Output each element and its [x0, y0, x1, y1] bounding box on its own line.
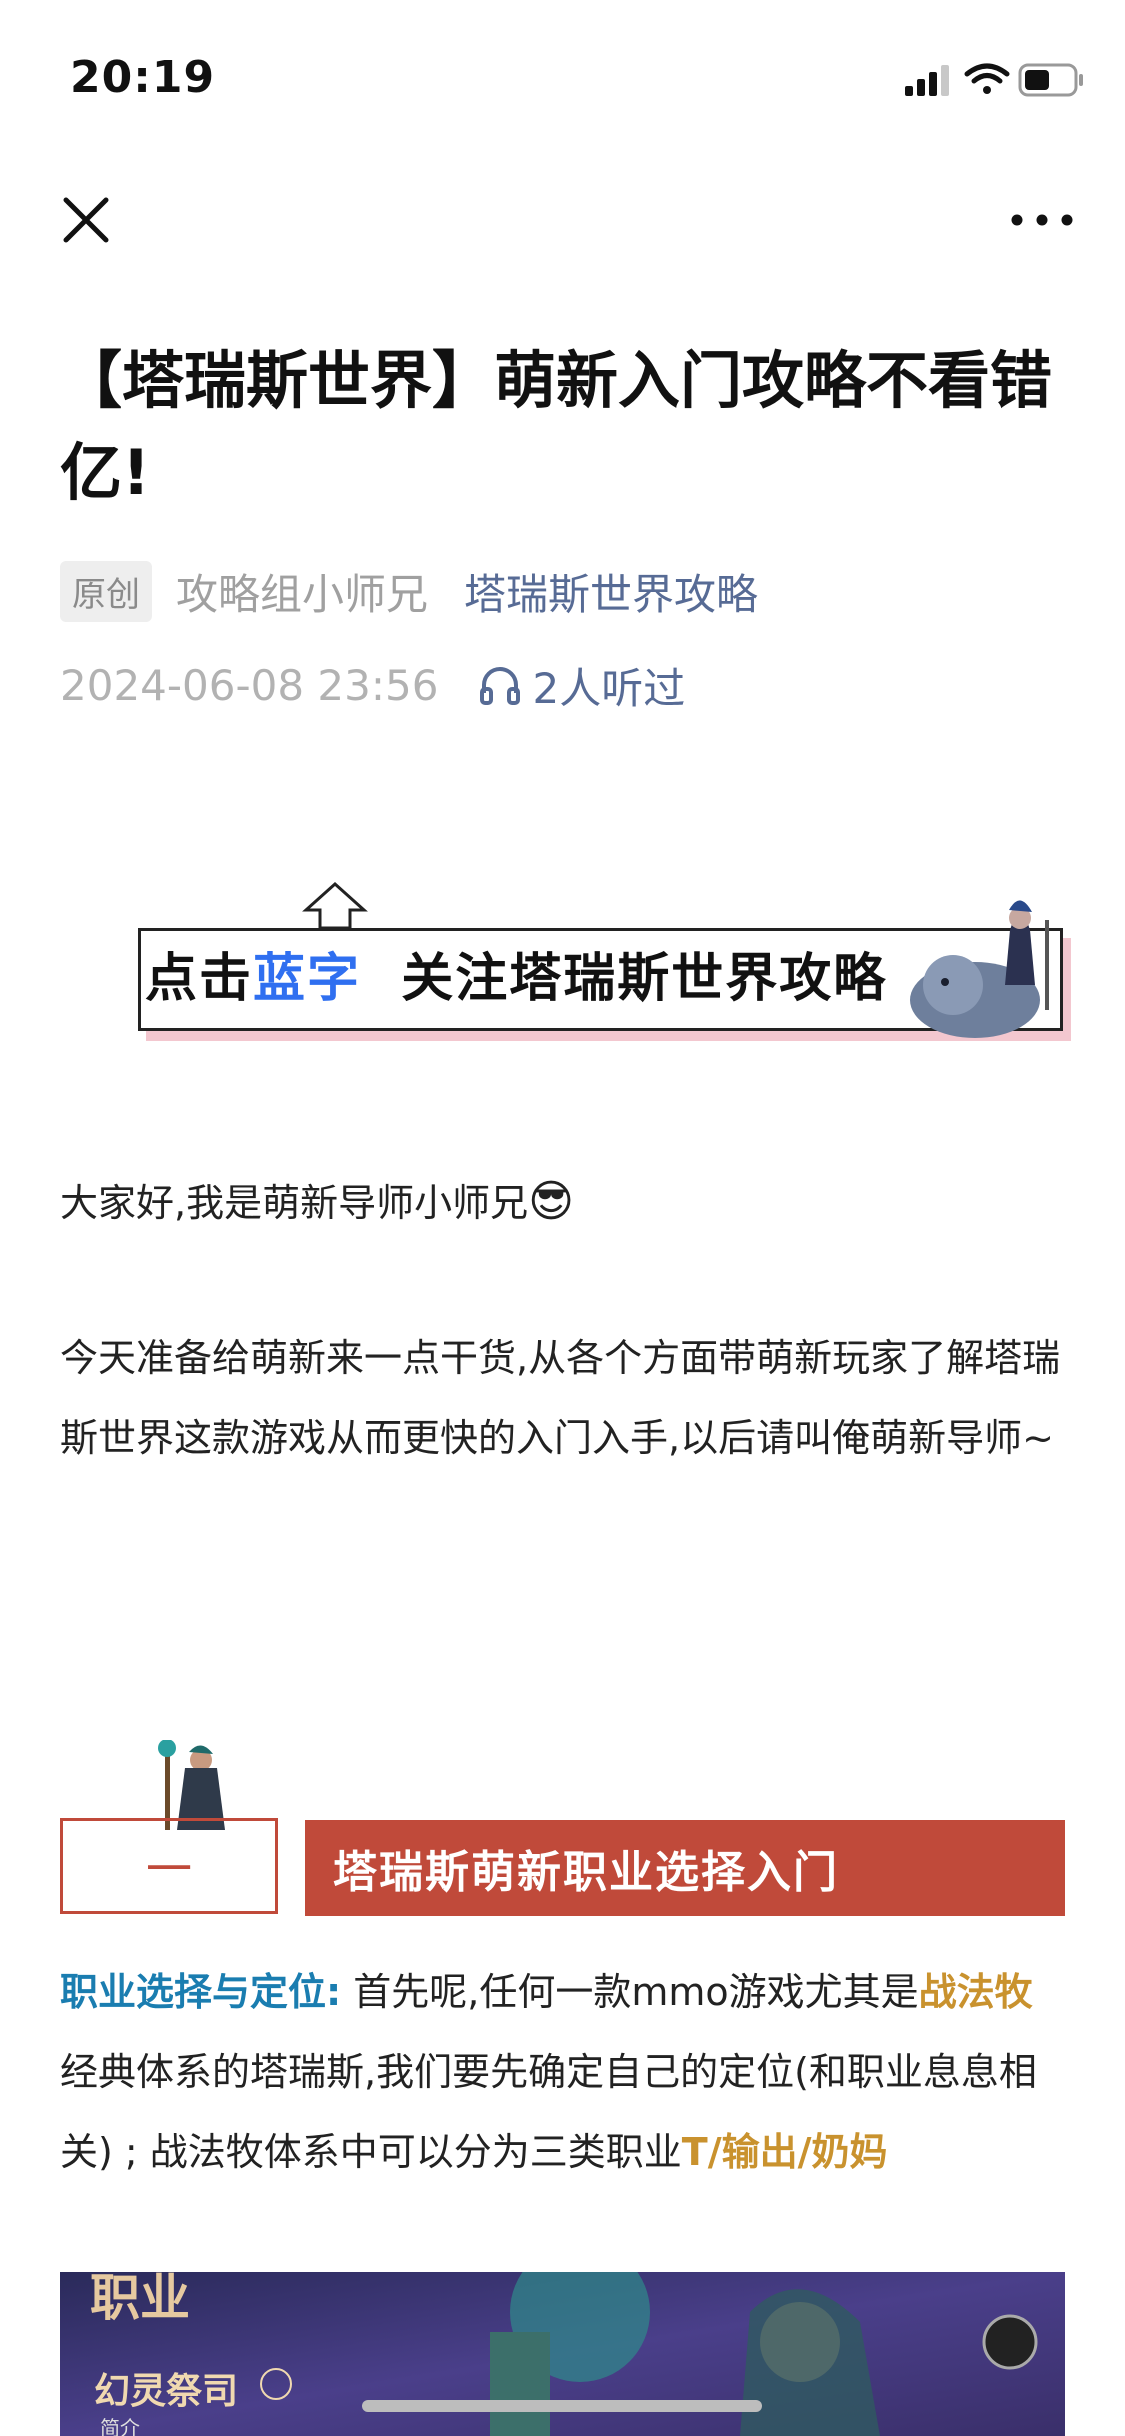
more-dots-icon[interactable]	[1007, 205, 1077, 235]
gold-highlight-2: T/输出/奶妈	[681, 2130, 888, 2174]
class-paragraph: 职业选择与定位: 首先呢,任何一款mmo游戏尤其是战法牧经典体系的塔瑞斯,我们要…	[60, 1952, 1070, 2192]
follow-banner[interactable]: 点击蓝字 关注塔瑞斯世界攻略	[135, 880, 1065, 1040]
account-link[interactable]: 塔瑞斯世界攻略	[464, 561, 758, 622]
author-name: 攻略组小师兄	[176, 569, 429, 619]
section-title: 塔瑞斯萌新职业选择入门	[305, 1820, 1065, 1916]
para-text-1: 首先呢,任何一款mmo游戏尤其是	[341, 1970, 919, 2014]
section-header: 一 塔瑞斯萌新职业选择入门	[60, 1740, 1065, 1920]
listen-count: 2人听过	[532, 663, 686, 713]
nav-bar	[0, 150, 1125, 280]
status-icons	[905, 63, 1083, 97]
wifi-icon	[964, 63, 1010, 94]
article-meta-secondary: 2024-06-08 23:56 2人听过	[60, 655, 685, 715]
image-class-name: 幻灵祭司	[94, 2371, 239, 2412]
section-number: 一	[60, 1818, 278, 1914]
image-heading: 职业	[90, 2272, 190, 2327]
greeting-paragraph: 大家好,我是萌新导师小师兄😎	[60, 1162, 1070, 1243]
image-intro-label: 简介	[100, 2416, 140, 2436]
intro-paragraph: 今天准备给萌新来一点干货,从各个方面带萌新玩家了解塔瑞斯世界这款游戏从而更快的入…	[60, 1336, 1061, 1460]
article-title: 【塔瑞斯世界】萌新入门攻略不看错亿!	[60, 344, 1053, 509]
status-time: 20:19	[70, 52, 216, 103]
banner-text-blue: 蓝字	[253, 949, 362, 1009]
chevron-right-icon	[260, 2368, 292, 2400]
greeting-text: 大家好,我是萌新导师小师兄	[60, 1181, 529, 1225]
banner-text-b: 关注塔瑞斯世界攻略	[401, 949, 888, 1009]
banner-text: 点击蓝字 关注塔瑞斯世界攻略	[145, 936, 887, 1011]
battery-icon	[1018, 63, 1083, 97]
up-arrow-icon	[302, 881, 368, 930]
headphones-icon	[480, 667, 521, 705]
character-lion-illustration	[910, 900, 1049, 1038]
home-indicator[interactable]	[362, 2400, 762, 2412]
article-meta: 原创 攻略组小师兄 塔瑞斯世界攻略	[60, 560, 758, 622]
signal-icon	[905, 65, 949, 96]
gold-highlight-1: 战法牧	[918, 1970, 1033, 2014]
para-text-2: 经典体系的塔瑞斯,我们要先确定自己的定位(和职业息息相关) ; 战法牧体系中可以…	[60, 2050, 1037, 2174]
publish-date: 2024-06-08 23:56	[60, 660, 439, 710]
original-tag: 原创	[60, 560, 152, 622]
status-bar: 20:19	[0, 0, 1125, 140]
sunglasses-emoji: 😎	[528, 1176, 574, 1227]
lead-highlight: 职业选择与定位:	[60, 1970, 342, 2014]
close-icon[interactable]	[56, 190, 116, 250]
banner-text-a: 点击	[145, 949, 254, 1009]
listen-button[interactable]: 2人听过	[478, 655, 685, 716]
